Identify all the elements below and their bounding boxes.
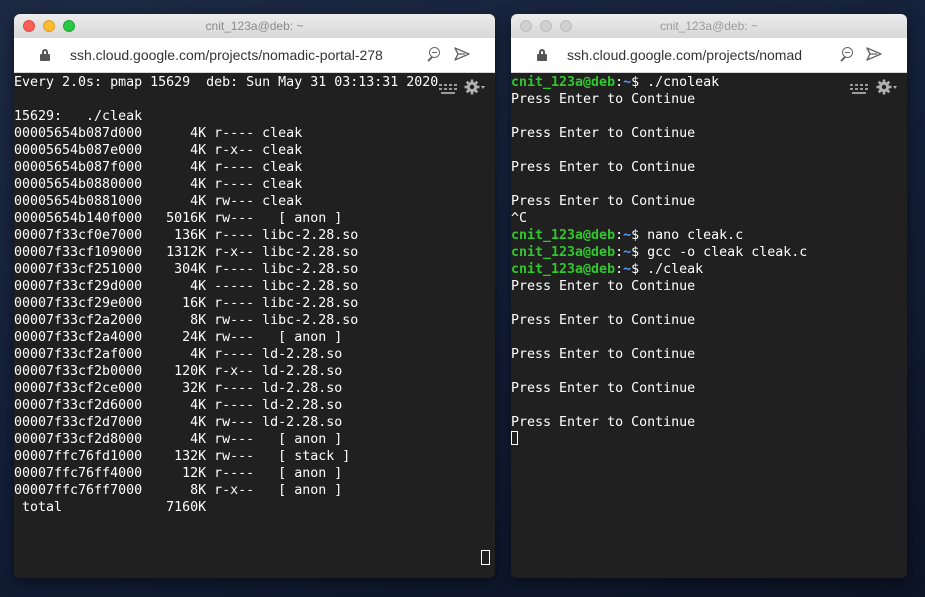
zoom-out-icon[interactable]: [839, 45, 859, 65]
pmap-row: 00007f33cf2d7000 4K rw--- ld-2.28.so: [14, 415, 343, 430]
prompt-sep: :: [615, 228, 624, 243]
left-terminal-window: cnit_123a@deb: ~ ssh.cloud.google.com/pr…: [14, 14, 495, 578]
pmap-row: 00007f33cf2ce000 32K r---- ld-2.28.so: [14, 381, 343, 396]
zoom-out-icon[interactable]: [426, 45, 446, 65]
window-title: cnit_123a@deb: ~: [205, 19, 304, 33]
pmap-row: 00005654b140f000 5016K rw--- [ anon ]: [14, 211, 343, 226]
prompt-dollar: $: [631, 262, 640, 277]
command-text: ./cleak: [639, 262, 704, 277]
prompt-user: cnit_123a@deb: [511, 228, 616, 243]
command-text: gcc -o cleak cleak.c: [639, 245, 808, 260]
prompt-path: ~: [623, 262, 632, 277]
address-bar[interactable]: ssh.cloud.google.com/projects/nomad: [511, 38, 907, 73]
pmap-row: 00005654b087f000 4K r---- cleak: [14, 160, 303, 175]
window-titlebar[interactable]: cnit_123a@deb: ~: [511, 14, 907, 38]
prompt-path: ~: [623, 245, 632, 260]
command-text: nano cleak.c: [639, 228, 744, 243]
address-bar[interactable]: ssh.cloud.google.com/projects/nomadic-po…: [14, 38, 495, 73]
prompt-line: cnit_123a@deb:~$ nano cleak.c: [511, 227, 907, 244]
pmap-row: 00005654b0880000 4K r---- cleak: [14, 177, 303, 192]
terminal-cursor: [511, 431, 518, 445]
pmap-row: 00007f33cf2af000 4K r---- ld-2.28.so: [14, 347, 343, 362]
url-text[interactable]: ssh.cloud.google.com/projects/nomad: [567, 47, 817, 63]
window-titlebar[interactable]: cnit_123a@deb: ~: [14, 14, 495, 38]
keyboard-icon[interactable]: [439, 82, 457, 94]
prompt-user: cnit_123a@deb: [511, 262, 616, 277]
prompt-user: cnit_123a@deb: [511, 75, 616, 90]
pmap-row: 00005654b0881000 4K rw--- cleak: [14, 194, 303, 209]
prompt-dollar: $: [631, 245, 640, 260]
minimize-window-button[interactable]: [540, 20, 552, 32]
close-window-button[interactable]: [23, 20, 35, 32]
pmap-row: 00007f33cf251000 304K r---- libc-2.28.so: [14, 262, 359, 277]
prompt-path: ~: [623, 75, 632, 90]
prompt-sep: :: [615, 262, 624, 277]
output-line: Press Enter to Continue: [511, 160, 696, 175]
process-line: 15629: ./cleak: [14, 109, 143, 124]
pmap-row: 00007f33cf2a4000 24K rw--- [ anon ]: [14, 330, 343, 345]
pmap-row: 00007f33cf2b0000 120K r-x-- ld-2.28.so: [14, 364, 343, 379]
output-line: Press Enter to Continue: [511, 194, 696, 209]
send-icon[interactable]: [453, 45, 473, 65]
output-line: Press Enter to Continue: [511, 126, 696, 141]
output-line: Press Enter to Continue: [511, 279, 696, 294]
pmap-row: 00005654b087e000 4K r-x-- cleak: [14, 143, 303, 158]
url-text[interactable]: ssh.cloud.google.com/projects/nomadic-po…: [70, 47, 418, 63]
pmap-row: 00007f33cf0e7000 136K r---- libc-2.28.so: [14, 228, 359, 243]
terminal-output[interactable]: Every 2.0s: pmap 15629 deb: Sun May 31 0…: [14, 73, 495, 578]
output-line: Press Enter to Continue: [511, 381, 696, 396]
right-terminal-window: cnit_123a@deb: ~ ssh.cloud.google.com/pr…: [511, 14, 907, 578]
minimize-window-button[interactable]: [43, 20, 55, 32]
keyboard-icon[interactable]: [850, 82, 868, 94]
close-window-button[interactable]: [520, 20, 532, 32]
ctrl-c-line: ^C: [511, 211, 528, 226]
gear-icon[interactable]: [876, 78, 898, 96]
lock-icon: [40, 49, 50, 61]
prompt-line: cnit_123a@deb:~$ gcc -o cleak cleak.c: [511, 244, 907, 261]
prompt-sep: :: [615, 245, 624, 260]
prompt-sep: :: [615, 75, 624, 90]
command-text: ./cnoleak: [639, 75, 720, 90]
terminal-cursor: [481, 550, 490, 565]
output-line: Press Enter to Continue: [511, 347, 696, 362]
prompt-path: ~: [623, 228, 632, 243]
output-line: Press Enter to Continue: [511, 415, 696, 430]
lock-icon: [537, 49, 547, 61]
cursor-line: [511, 431, 907, 448]
prompt-dollar: $: [631, 228, 640, 243]
pmap-row: 00007ffc76ff7000 8K r-x-- [ anon ]: [14, 483, 343, 498]
zoom-window-button[interactable]: [560, 20, 572, 32]
pmap-row: 00005654b087d000 4K r---- cleak: [14, 126, 303, 141]
window-title: cnit_123a@deb: ~: [660, 19, 758, 33]
prompt-line: cnit_123a@deb:~$ ./cnoleak: [511, 74, 907, 91]
watch-header-line: Every 2.0s: pmap 15629 deb: Sun May 31 0…: [14, 75, 439, 90]
prompt-dollar: $: [631, 75, 640, 90]
total-line: total 7160K: [14, 500, 207, 515]
prompt-user: cnit_123a@deb: [511, 245, 616, 260]
terminal-output[interactable]: cnit_123a@deb:~$ ./cnoleak Press Enter t…: [511, 73, 907, 578]
pmap-row: 00007f33cf2d6000 4K r---- ld-2.28.so: [14, 398, 343, 413]
output-line: Press Enter to Continue: [511, 313, 696, 328]
pmap-row: 00007f33cf2a2000 8K rw--- libc-2.28.so: [14, 313, 359, 328]
pmap-row: 00007f33cf2d8000 4K rw--- [ anon ]: [14, 432, 343, 447]
pmap-row: 00007ffc76ff4000 12K r---- [ anon ]: [14, 466, 343, 481]
output-line: Press Enter to Continue: [511, 92, 696, 107]
pmap-row: 00007f33cf29e000 16K r---- libc-2.28.so: [14, 296, 359, 311]
send-icon[interactable]: [865, 45, 885, 65]
pmap-row: 00007ffc76fd1000 132K rw--- [ stack ]: [14, 449, 351, 464]
pmap-row: 00007f33cf29d000 4K ----- libc-2.28.so: [14, 279, 359, 294]
gear-icon[interactable]: [464, 78, 486, 96]
pmap-row: 00007f33cf109000 1312K r-x-- libc-2.28.s…: [14, 245, 359, 260]
prompt-line: cnit_123a@deb:~$ ./cleak: [511, 261, 907, 278]
zoom-window-button[interactable]: [63, 20, 75, 32]
